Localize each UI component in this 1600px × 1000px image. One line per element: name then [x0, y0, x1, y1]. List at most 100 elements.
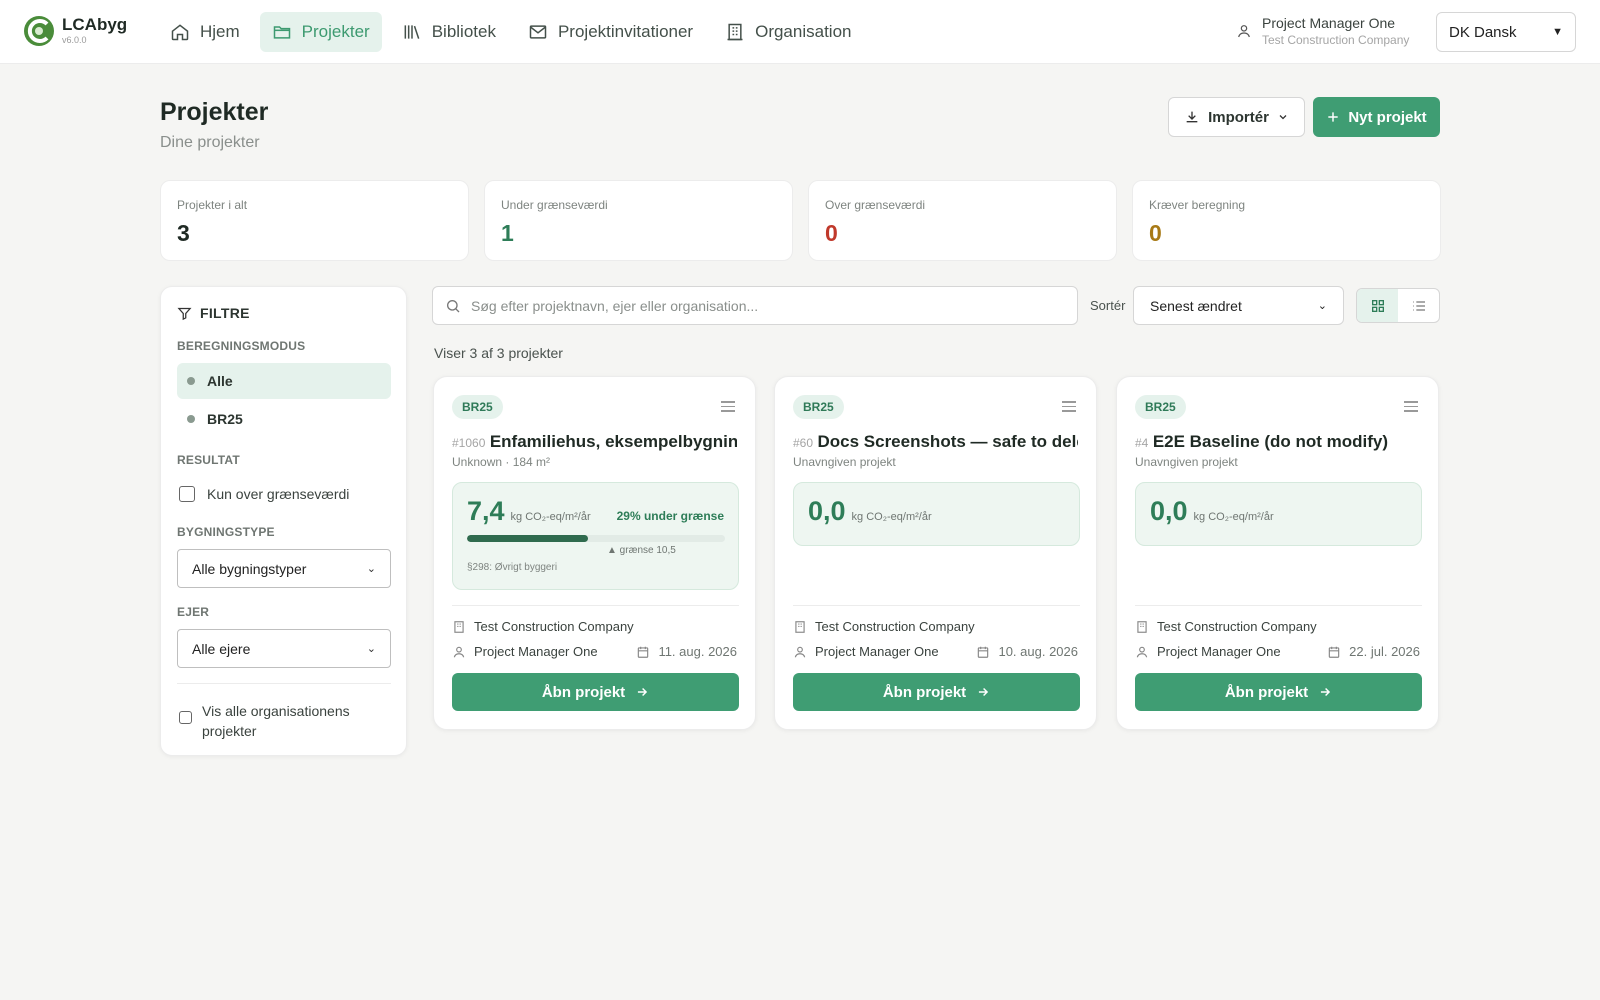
option-label: BR25 [207, 411, 243, 427]
metric-box: 7,4 kg CO₂-eq/m²/år 29% under grænse ▲ g… [452, 482, 739, 590]
checkbox[interactable] [179, 711, 192, 724]
dot-icon [187, 415, 195, 423]
open-label: Åbn projekt [1224, 683, 1309, 701]
nav-item-hjem[interactable]: Hjem [158, 12, 252, 52]
search-placeholder: Søg efter projektnavn, ejer eller organi… [471, 297, 759, 314]
project-name: E2E Baseline (do not modify) [1152, 432, 1389, 451]
app-name: LCAbyg [62, 15, 128, 34]
limit-marker: ▲ grænse 10,5 [607, 545, 676, 556]
metric-note: §298: Øvrigt byggeri [467, 562, 558, 573]
owner-label: EJER [177, 605, 210, 619]
nav-item-organisation[interactable]: Organisation [713, 12, 863, 52]
project-owner: Project Manager One [1135, 644, 1281, 659]
filters-panel: FILTRE BEREGNINGSMODUS Alle BR25 RESULTA… [160, 286, 407, 756]
arrow-right-icon [1321, 687, 1331, 697]
divider [452, 605, 739, 606]
stat-value: 1 [501, 220, 514, 246]
owner-select[interactable]: Alle ejere ⌄ [177, 629, 391, 668]
metric-unit: kg CO₂-eq/m²/år [1193, 511, 1274, 523]
org-name: Test Construction Company [1157, 619, 1317, 634]
project-id: #60 [793, 436, 814, 450]
dot-icon [187, 377, 195, 385]
open-project-button[interactable]: Åbn projekt [452, 673, 739, 711]
mode-badge: BR25 [452, 395, 503, 419]
open-project-button[interactable]: Åbn projekt [793, 673, 1080, 711]
nav-label: Hjem [200, 22, 240, 41]
owner-name: Project Manager One [1157, 644, 1281, 659]
project-subtitle: Unavngiven projekt [1135, 455, 1238, 469]
arrow-right-icon [638, 687, 648, 697]
calc-mode-option-br25[interactable]: BR25 [177, 401, 391, 437]
list-view-button[interactable] [1398, 289, 1439, 322]
metric-value: 0,0 [1150, 496, 1188, 526]
search-input[interactable]: Søg efter projektnavn, ejer eller organi… [432, 286, 1078, 325]
sort-value: Senest ændret [1150, 297, 1242, 314]
menu-icon[interactable] [721, 401, 735, 415]
metric-unit: kg CO₂-eq/m²/år [851, 511, 932, 523]
import-button[interactable]: Importér [1168, 97, 1305, 137]
top-bar: LCAbyg v6.0.0 Hjem Projekter Bibliotek P… [0, 0, 1600, 64]
open-project-button[interactable]: Åbn projekt [1135, 673, 1422, 711]
over-limit-checkbox[interactable]: Kun over grænseværdi [179, 486, 349, 502]
logo-icon [24, 16, 54, 46]
building-icon [454, 620, 464, 633]
folder-icon [273, 26, 290, 39]
divider [1135, 605, 1422, 606]
chevron-down-icon [1279, 115, 1287, 120]
sort-select[interactable]: Senest ændret ⌄ [1133, 286, 1344, 325]
mode-badge: BR25 [1135, 395, 1186, 419]
checkbox-label: Vis alle organisationens projekter [202, 703, 350, 739]
chevron-down-icon: ⌄ [1317, 300, 1327, 312]
new-project-label: Nyt projekt [1348, 108, 1427, 126]
new-project-button[interactable]: Nyt projekt [1313, 97, 1440, 137]
date-value: 10. aug. 2026 [998, 644, 1078, 659]
project-id: #4 [1135, 436, 1149, 450]
project-title: #60 Docs Screenshots — safe to delete [793, 432, 1078, 452]
project-card: BR25 #60 Docs Screenshots — safe to dele… [774, 376, 1097, 730]
stat-value: 3 [177, 220, 190, 246]
option-label: Alle [207, 373, 233, 389]
page-title: Projekter [160, 98, 269, 126]
user-icon [1136, 646, 1148, 657]
stat-value: 0 [1149, 220, 1162, 246]
open-label: Åbn projekt [541, 683, 626, 701]
download-icon [1186, 111, 1198, 123]
date-value: 22. jul. 2026 [1349, 644, 1420, 659]
language-select[interactable]: DK Dansk ▼ [1436, 12, 1576, 52]
stat-card-total: Projekter i alt 3 [160, 180, 469, 261]
menu-icon[interactable] [1062, 401, 1076, 415]
project-date: 10. aug. 2026 [976, 644, 1078, 659]
stat-label: Kræver beregning [1149, 198, 1246, 212]
list-icon [1412, 300, 1425, 311]
filter-icon [177, 307, 192, 320]
calendar-icon [978, 646, 989, 658]
building-type-label: BYGNINGSTYPE [177, 525, 275, 539]
owner-name: Project Manager One [815, 644, 939, 659]
user-menu[interactable]: Project Manager One Test Construction Co… [1236, 14, 1409, 48]
project-org: Test Construction Company [1135, 619, 1317, 634]
menu-icon[interactable] [1404, 401, 1418, 415]
library-icon [404, 25, 420, 39]
grid-view-button[interactable] [1357, 289, 1398, 322]
project-owner: Project Manager One [793, 644, 939, 659]
stat-label: Projekter i alt [177, 198, 248, 212]
metric-unit: kg CO₂-eq/m²/år [510, 511, 591, 523]
project-subtitle: Unknown · 184 m² [452, 455, 551, 469]
app-logo[interactable]: LCAbyg v6.0.0 [22, 14, 127, 48]
checkbox[interactable] [179, 486, 195, 502]
limit-progress-bar [467, 535, 725, 542]
nav-item-projektinvitationer[interactable]: Projektinvitationer [516, 12, 705, 52]
mode-badge: BR25 [793, 395, 844, 419]
page-subtitle: Dine projekter [160, 134, 260, 151]
show-all-checkbox[interactable]: Vis alle organisationens projekter [179, 701, 379, 741]
date-value: 11. aug. 2026 [658, 644, 737, 659]
project-date: 11. aug. 2026 [636, 644, 737, 659]
calc-mode-option-alle[interactable]: Alle [177, 363, 391, 399]
nav-item-bibliotek[interactable]: Bibliotek [390, 12, 508, 52]
building-type-select[interactable]: Alle bygningstyper ⌄ [177, 549, 391, 588]
import-label: Importér [1208, 108, 1269, 126]
project-name: Enfamiliehus, eksempelbygning [489, 432, 737, 451]
project-date: 22. jul. 2026 [1327, 644, 1420, 659]
nav-item-projekter[interactable]: Projekter [259, 12, 382, 52]
user-icon [453, 646, 465, 657]
